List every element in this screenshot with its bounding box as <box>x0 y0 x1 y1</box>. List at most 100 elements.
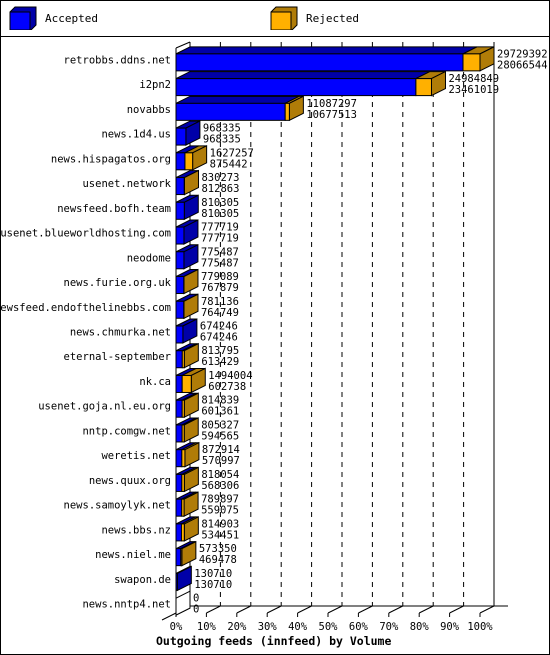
floor-gridline <box>449 605 464 614</box>
floor-gridline <box>418 605 434 614</box>
bar-accepted <box>175 449 183 468</box>
category-label: news.chmurka.net <box>70 327 171 339</box>
category-label: news.quux.org <box>89 475 171 487</box>
bar-accepted <box>175 548 182 567</box>
x-tick-label: 70% <box>379 621 399 633</box>
bar-accepted <box>175 498 183 517</box>
bar-group <box>175 219 199 245</box>
bar-accepted <box>175 251 185 270</box>
value-label-accepted: 674246 <box>200 332 238 344</box>
value-label-accepted: 764749 <box>201 307 239 319</box>
bar-rejected <box>462 53 481 72</box>
bar-group <box>175 194 199 221</box>
bar-group <box>175 565 192 592</box>
bar-group <box>175 70 446 97</box>
value-label-accepted: 570997 <box>202 455 240 467</box>
bar-rejected <box>181 473 185 492</box>
grid <box>206 42 465 614</box>
value-label-accepted: 767879 <box>201 282 239 294</box>
category-label: eternal-september <box>64 351 171 363</box>
bar-rejected <box>181 350 185 369</box>
category-label: usenet.goja.nl.eu.org <box>38 401 171 413</box>
bar-rejected <box>284 102 290 121</box>
bar-rejected <box>415 78 432 97</box>
category-label: swapon.de <box>114 574 171 586</box>
floor-gridline <box>358 605 373 614</box>
category-label: novabbs <box>127 104 171 116</box>
x-tick-label: 100% <box>467 621 493 633</box>
value-label-accepted: 601361 <box>201 406 239 418</box>
bar-group <box>175 318 198 344</box>
bar-group <box>175 516 199 542</box>
value-label-accepted: 775487 <box>201 257 239 269</box>
value-label-accepted: 594565 <box>201 430 239 442</box>
category-label: news.furie.org.uk <box>64 277 172 289</box>
floor-gridline <box>297 605 312 614</box>
bar-rejected <box>184 152 194 171</box>
bar-accepted <box>175 201 185 220</box>
bar-rejected <box>181 498 185 517</box>
category-label: usenet.blueworldhosting.com <box>0 228 171 240</box>
x-ticks: 0% 10% 20% 30% 40% 50% 60% 70% 80% 90% 100% <box>170 613 493 633</box>
floor-gridline <box>327 605 343 614</box>
bar-accepted-top <box>175 95 300 104</box>
x-tick-label: 30% <box>258 621 278 633</box>
category-label: news.nntp4.net <box>82 599 171 611</box>
bar-accepted <box>175 325 184 344</box>
value-label-accepted: 559075 <box>201 505 239 517</box>
bar-accepted <box>175 53 464 72</box>
x-tick-label: 10% <box>197 621 217 633</box>
bar-accepted <box>175 572 178 591</box>
bar-accepted <box>175 226 185 245</box>
value-label-accepted: 28066544 <box>497 59 548 71</box>
bar-group <box>175 293 199 320</box>
bar-rejected <box>180 523 185 542</box>
bar-group <box>175 491 199 517</box>
value-label-accepted: 469478 <box>199 554 237 566</box>
value-label-accepted: 23461019 <box>448 84 499 96</box>
bar-group <box>175 95 304 122</box>
value-label-accepted: 130710 <box>194 579 232 591</box>
x-tick-label: 0% <box>170 621 183 633</box>
bar-group <box>175 120 201 146</box>
bar-accepted <box>175 78 417 97</box>
category-label: nntp.comgw.net <box>82 425 171 437</box>
bar-group <box>175 441 200 468</box>
bar-rejected <box>181 449 186 468</box>
value-label-accepted: 534451 <box>201 529 239 541</box>
bar-group <box>175 417 199 443</box>
category-label: news.1d4.us <box>101 129 171 141</box>
x-tick-label: 60% <box>349 621 369 633</box>
category-label: news.samoylyk.net <box>64 500 171 512</box>
bar-rejected <box>181 374 192 393</box>
bar-accepted-top <box>175 46 478 55</box>
floor-right-depth <box>479 605 495 614</box>
bar-group <box>175 268 199 295</box>
category-label: newsfeed.bofh.team <box>57 203 171 215</box>
value-label-accepted: 10677513 <box>306 109 357 121</box>
bar-accepted <box>175 300 185 319</box>
bar-side <box>176 565 192 592</box>
bar-group <box>175 540 197 567</box>
floor-left-extension <box>161 612 177 621</box>
category-label: usenet.network <box>82 178 171 190</box>
value-label-accepted: 812863 <box>201 183 239 195</box>
category-label: retrobbs.ddns.net <box>64 54 171 66</box>
bar-accepted <box>175 473 183 492</box>
bar-group <box>175 392 199 419</box>
bar-accepted <box>175 523 182 542</box>
x-tick-label: 90% <box>440 621 460 633</box>
bar-accepted <box>175 399 183 418</box>
value-label-accepted: 602738 <box>208 381 246 393</box>
bar-rejected <box>181 424 185 443</box>
chart-title: Outgoing feeds (innfeed) by Volume <box>156 634 391 648</box>
bar-group <box>175 46 495 72</box>
category-label: newsfeed.endofthelinebbs.com <box>0 302 171 314</box>
x-tick-label: 50% <box>319 621 339 633</box>
bar-group <box>175 590 191 616</box>
category-label: neodome <box>127 252 171 264</box>
bar-group <box>175 367 206 394</box>
category-label: i2pn2 <box>139 79 171 91</box>
value-label-accepted: 875442 <box>210 158 248 170</box>
floor-gridline <box>236 605 252 614</box>
